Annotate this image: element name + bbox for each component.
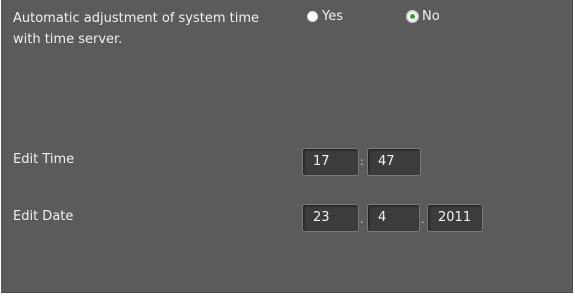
- radio-option-no[interactable]: No: [407, 9, 440, 24]
- year-input[interactable]: 2011: [427, 204, 483, 232]
- time-separator: :: [360, 155, 364, 168]
- time-settings-panel: Automatic adjustment of system time with…: [1, 0, 573, 293]
- edit-date-label: Edit Date: [13, 209, 74, 224]
- edit-time-label: Edit Time: [13, 152, 75, 167]
- hour-input[interactable]: 17: [302, 148, 359, 176]
- radio-no-indicator[interactable]: [407, 11, 418, 22]
- radio-yes-indicator[interactable]: [307, 11, 318, 22]
- minute-input[interactable]: 47: [367, 148, 421, 176]
- month-input[interactable]: 4: [367, 204, 420, 232]
- date-separator-month-year: .: [421, 213, 425, 226]
- date-separator-day-month: .: [360, 213, 364, 226]
- day-input[interactable]: 23: [302, 204, 359, 232]
- auto-adjust-label: Automatic adjustment of system time with…: [13, 11, 260, 47]
- radio-option-yes[interactable]: Yes: [307, 9, 343, 24]
- radio-no-label[interactable]: No: [422, 9, 440, 24]
- radio-yes-label[interactable]: Yes: [322, 9, 343, 24]
